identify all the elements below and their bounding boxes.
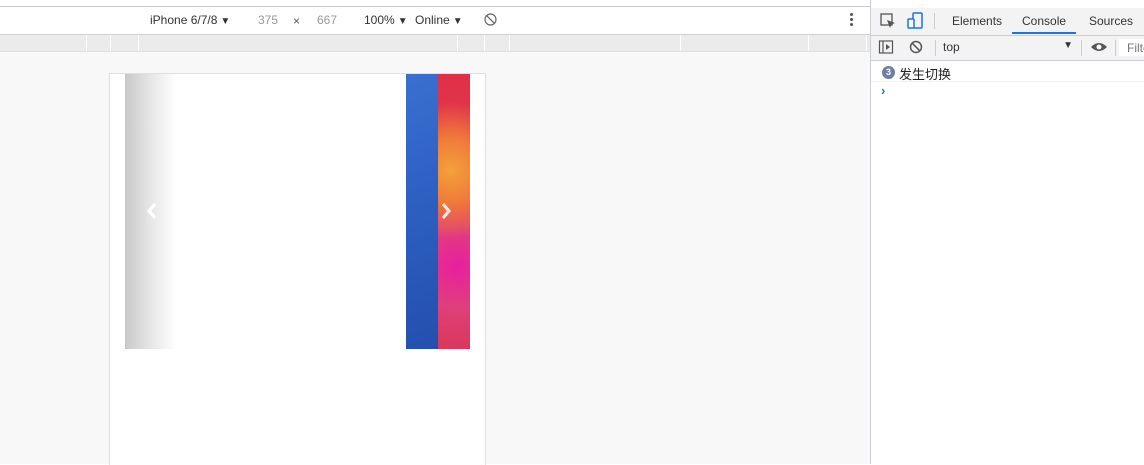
devtools-tabbar: Elements Console Sources xyxy=(871,8,1144,36)
device-viewport xyxy=(109,73,486,465)
device-emulation-area: iPhone 6/7/8 ▼ 375 × 667 100% ▼ Online ▼ xyxy=(0,0,870,465)
device-select[interactable]: iPhone 6/7/8 ▼ xyxy=(150,13,230,27)
sidebar-toggle-icon[interactable] xyxy=(878,39,894,55)
caret-down-icon: ▼ xyxy=(1063,40,1073,51)
carousel[interactable] xyxy=(125,74,470,349)
width-input[interactable]: 375 xyxy=(258,13,278,27)
zoom-select[interactable]: 100% ▼ xyxy=(364,13,408,27)
more-options-icon[interactable] xyxy=(848,12,854,28)
times-label: × xyxy=(293,14,301,28)
context-select[interactable]: top ▼ xyxy=(943,40,1073,56)
top-border xyxy=(0,0,870,7)
caret-down-icon: ▼ xyxy=(220,16,231,27)
clear-console-icon[interactable] xyxy=(908,39,924,55)
chevron-left-icon[interactable] xyxy=(145,200,159,222)
divider xyxy=(1081,40,1082,56)
device-toggle-icon[interactable] xyxy=(906,12,924,30)
console-message-text: 发生切换 xyxy=(899,68,952,83)
console-prompt[interactable]: › xyxy=(881,83,885,98)
caret-down-icon: ▼ xyxy=(452,16,463,27)
network-throttle-select[interactable]: Online ▼ xyxy=(415,13,463,27)
tab-elements[interactable]: Elements xyxy=(942,8,1012,34)
divider xyxy=(1115,40,1116,56)
rotate-icon[interactable] xyxy=(484,13,497,26)
divider xyxy=(935,40,936,56)
height-input[interactable]: 667 xyxy=(317,13,337,27)
tab-sources[interactable]: Sources xyxy=(1079,8,1143,34)
caret-down-icon: ▼ xyxy=(397,16,408,27)
media-query-bar[interactable] xyxy=(0,35,870,52)
console-toolbar: top ▼ xyxy=(871,36,1144,61)
inspect-element-icon[interactable] xyxy=(879,12,897,30)
eye-icon[interactable] xyxy=(1090,40,1108,54)
device-toolbar: iPhone 6/7/8 ▼ 375 × 667 100% ▼ Online ▼ xyxy=(0,7,870,35)
carousel-slide-blue xyxy=(406,74,438,349)
divider xyxy=(934,13,935,29)
tab-console[interactable]: Console xyxy=(1012,8,1077,34)
devtools-panel: Elements Console Sources top ▼ 3 发生切换 › xyxy=(870,0,1144,464)
filter-input[interactable] xyxy=(1119,39,1144,56)
console-message: 3 发生切换 xyxy=(871,61,1144,83)
chevron-right-icon[interactable] xyxy=(439,200,453,222)
repeat-count-badge: 3 xyxy=(882,66,895,79)
